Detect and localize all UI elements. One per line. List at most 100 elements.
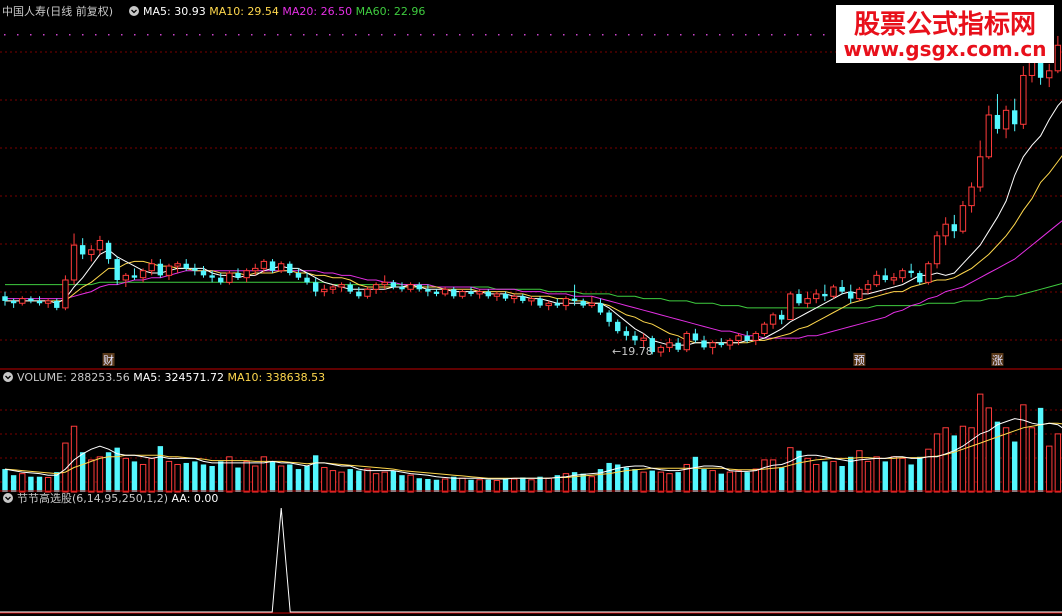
candle[interactable] — [787, 293, 794, 321]
candle[interactable] — [28, 298, 34, 301]
volume-bar[interactable] — [88, 459, 95, 493]
volume-bar[interactable] — [183, 462, 189, 492]
candle[interactable] — [761, 323, 768, 334]
candle[interactable] — [588, 302, 596, 307]
candle[interactable] — [520, 296, 526, 301]
candle[interactable] — [510, 295, 518, 300]
volume-bar[interactable] — [200, 464, 207, 492]
candle[interactable] — [174, 263, 181, 267]
volume-bar[interactable] — [416, 478, 422, 492]
volume-bar[interactable] — [459, 477, 466, 493]
volume-bar[interactable] — [390, 470, 397, 492]
candle[interactable] — [580, 300, 586, 306]
candle[interactable] — [1002, 109, 1010, 130]
volume-bar[interactable] — [44, 476, 52, 493]
volume-bar[interactable] — [994, 421, 1001, 492]
volume-bar[interactable] — [433, 479, 440, 492]
candle[interactable] — [312, 282, 319, 292]
candle[interactable] — [356, 291, 362, 297]
candle[interactable] — [329, 286, 337, 290]
candle[interactable] — [675, 342, 681, 350]
volume-bar[interactable] — [372, 473, 380, 493]
volume-bar[interactable] — [657, 471, 665, 493]
volume-bar[interactable] — [822, 461, 828, 492]
volume-bar[interactable] — [1054, 433, 1062, 493]
volume-bar[interactable] — [321, 467, 328, 493]
candle[interactable] — [597, 303, 604, 313]
candle[interactable] — [243, 270, 250, 279]
candle[interactable] — [441, 288, 449, 295]
volume-bar[interactable] — [666, 473, 673, 493]
volume-bar[interactable] — [864, 460, 872, 493]
volume-bar[interactable] — [451, 476, 457, 492]
candle[interactable] — [968, 186, 975, 207]
candle[interactable] — [873, 274, 880, 286]
volume-bar[interactable] — [649, 470, 655, 492]
volume-bar[interactable] — [252, 465, 259, 493]
volume-bar[interactable] — [96, 456, 104, 493]
event-marker[interactable]: 预 — [854, 354, 865, 367]
candle[interactable] — [890, 277, 898, 281]
candle[interactable] — [287, 263, 293, 274]
candle[interactable] — [79, 245, 86, 255]
volume-bar[interactable] — [1012, 441, 1018, 492]
volume-bar[interactable] — [338, 471, 345, 493]
volume-bar[interactable] — [148, 457, 155, 493]
candle[interactable] — [623, 331, 630, 336]
candle[interactable] — [537, 298, 543, 306]
volume-bar[interactable] — [761, 459, 768, 493]
candle[interactable] — [718, 342, 724, 346]
volume-bar[interactable] — [830, 460, 837, 493]
volume-bar[interactable] — [848, 456, 854, 492]
volume-bar[interactable] — [942, 427, 949, 493]
volume-bar[interactable] — [407, 474, 414, 493]
candle[interactable] — [908, 270, 914, 274]
volume-bar[interactable] — [968, 427, 975, 493]
candle[interactable] — [1020, 74, 1027, 125]
volume-bar[interactable] — [1028, 427, 1036, 493]
candle[interactable] — [744, 335, 750, 341]
candle[interactable] — [399, 286, 405, 290]
candle[interactable] — [381, 281, 388, 286]
candle[interactable] — [830, 286, 837, 297]
candle[interactable] — [899, 270, 906, 279]
volume-bar[interactable] — [287, 464, 293, 492]
candle[interactable] — [459, 291, 466, 297]
candle[interactable] — [347, 284, 353, 292]
candle[interactable] — [338, 284, 345, 288]
volume-settings-icon[interactable] — [3, 372, 13, 382]
volume-bar[interactable] — [122, 457, 130, 493]
panel-dividers[interactable] — [0, 368, 1062, 614]
volume-bar[interactable] — [804, 457, 811, 493]
volume-bar[interactable] — [933, 433, 941, 493]
candle[interactable] — [131, 275, 138, 278]
volume-bar[interactable] — [951, 435, 957, 492]
candle[interactable] — [165, 265, 173, 276]
candle[interactable] — [822, 293, 828, 297]
candle[interactable] — [942, 223, 949, 237]
candle[interactable] — [959, 205, 967, 232]
volume-bar[interactable] — [269, 461, 276, 492]
volume-bar[interactable] — [165, 460, 173, 493]
candle[interactable] — [804, 298, 811, 304]
volume-bar[interactable] — [1037, 407, 1044, 492]
candle[interactable] — [856, 288, 863, 300]
candle[interactable] — [976, 156, 984, 188]
volume-bar[interactable] — [243, 460, 250, 493]
candle[interactable] — [114, 259, 120, 280]
candle[interactable] — [390, 282, 397, 287]
candle[interactable] — [994, 114, 1001, 129]
volume-bar[interactable] — [157, 446, 164, 492]
candle[interactable] — [192, 268, 198, 271]
candle[interactable] — [864, 284, 872, 290]
volume-bar[interactable] — [28, 476, 34, 492]
volume-bar[interactable] — [718, 473, 724, 492]
volume-bar[interactable] — [329, 470, 337, 493]
candle[interactable] — [269, 261, 276, 271]
candle[interactable] — [1054, 44, 1062, 72]
candle[interactable] — [933, 235, 941, 265]
candle[interactable] — [632, 335, 638, 341]
candle[interactable] — [416, 284, 422, 290]
volume-bar[interactable] — [485, 479, 491, 492]
volume-bar[interactable] — [1002, 427, 1010, 493]
